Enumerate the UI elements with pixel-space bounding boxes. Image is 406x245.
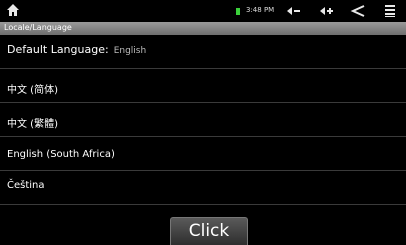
home-icon[interactable]: [6, 3, 20, 17]
language-item[interactable]: 中文 (简体): [0, 69, 406, 102]
title-bar: Locale/Language: [0, 22, 406, 35]
language-item-label: 中文 (简体): [7, 85, 58, 96]
battery-icon: [236, 8, 240, 15]
page-title: Locale/Language: [4, 23, 72, 32]
default-language-text: Default Language: English: [7, 43, 146, 56]
back-icon[interactable]: [350, 4, 366, 18]
language-item[interactable]: English (South Africa): [0, 137, 406, 170]
language-item[interactable]: 中文 (繁體): [0, 103, 406, 136]
status-time: 3:48 PM: [246, 6, 275, 14]
language-item-label: 中文 (繁體): [7, 119, 58, 130]
volume-down-icon[interactable]: [286, 4, 302, 18]
language-item-label: English (South Africa): [7, 149, 115, 160]
menu-icon[interactable]: [382, 4, 398, 18]
language-item[interactable]: Čeština: [0, 171, 406, 204]
default-language-label: Default Language:: [7, 43, 109, 56]
default-language-row[interactable]: Default Language: English: [0, 36, 406, 68]
default-language-value: English: [113, 46, 147, 56]
language-item-label: Čeština: [7, 180, 45, 191]
divider: [0, 204, 406, 205]
volume-up-icon[interactable]: [319, 4, 335, 18]
click-button[interactable]: Click: [170, 217, 248, 245]
status-bar: 3:48 PM: [0, 0, 406, 22]
